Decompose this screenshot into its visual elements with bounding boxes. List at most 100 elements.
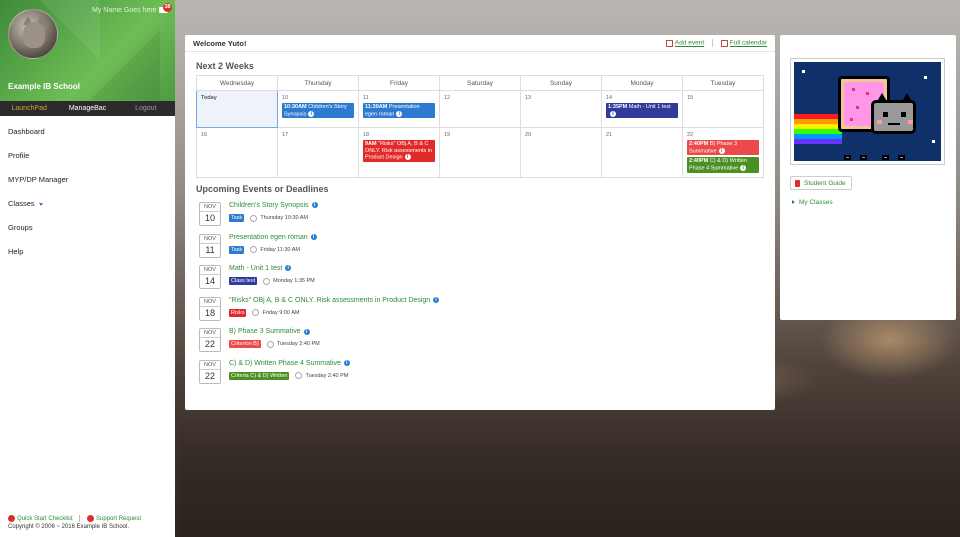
calendar-day-header: Friday [358, 75, 440, 91]
calendar-event[interactable]: 11:30AM Presentation egen roman i [363, 103, 435, 119]
info-icon[interactable]: i [308, 110, 315, 117]
calendar-event[interactable]: 1:35PM Math - Unit 1 test i [606, 103, 678, 119]
calendar-day-cell[interactable]: 21 [601, 127, 683, 178]
student-guide-button[interactable]: Student Guide [790, 176, 852, 190]
date-day: 22 [204, 370, 215, 381]
add-event-link[interactable]: Add event [675, 40, 704, 47]
date-month: NOV [200, 203, 220, 212]
background-shadow [180, 410, 960, 537]
calendar-day-cell[interactable]: Today [196, 90, 278, 128]
dashboard-panel: Welcome Yuto! Add event Full calendar Ne… [185, 35, 775, 410]
upcoming-item: NOV 18 "Risks" OBj A, B & C ONLY. Risk a… [199, 296, 759, 329]
nav-item-groups[interactable]: Groups [0, 220, 175, 244]
calendar-event[interactable]: 2:40PM C) & D) Written Phase 4 Summative… [687, 157, 759, 173]
nav-item-label: Classes [8, 199, 35, 208]
event-type-tag: Task [229, 245, 245, 254]
calendar-day-cell[interactable]: 19 [439, 127, 521, 178]
event-link[interactable]: Children's Story Synopsis i [229, 202, 318, 209]
info-icon[interactable]: i [285, 265, 292, 272]
event-link[interactable]: "Risks" OBj A, B & C ONLY. Risk assessme… [229, 296, 440, 304]
clock-icon [266, 340, 274, 348]
event-meta: Criterion B) Tuesday 2:40 PM [229, 340, 320, 349]
calendar-day-cell[interactable]: 13 [520, 90, 602, 128]
calendar-day-header: Thursday [277, 75, 359, 91]
clock-icon [250, 246, 258, 254]
calendar-day-cell[interactable]: 17 [277, 127, 359, 178]
sidebar: My Name Goes here 38 Example IB School L… [0, 0, 175, 537]
event-link[interactable]: C) & D) Written Phase 4 Summative i [229, 360, 350, 367]
date-day: 22 [204, 339, 215, 350]
calendar-day-cell[interactable]: 16 [196, 127, 278, 178]
calendar-event[interactable]: 2:40PM B) Phase 3 Summative i [687, 140, 759, 156]
event-link[interactable]: Math - Unit 1 test i [229, 265, 292, 272]
full-calendar-link[interactable]: Full calendar [730, 40, 767, 47]
calendar-day-cell[interactable]: 22 2:40PM B) Phase 3 Summative i 2:40PM C) … [682, 127, 764, 178]
main-nav: Dashboard Profile MYP/DP Manager Classes… [0, 124, 175, 268]
nav-item-label: Profile [8, 151, 30, 160]
info-icon[interactable]: i [311, 202, 318, 209]
info-icon[interactable]: i [718, 147, 725, 154]
nav-item-label: Groups [8, 223, 33, 232]
my-classes-toggle[interactable]: My Classes [792, 199, 833, 206]
date-month: NOV [200, 298, 220, 307]
event-link[interactable]: B) Phase 3 Summative i [229, 328, 310, 335]
logout-link[interactable]: Logout [117, 105, 175, 112]
event-time: 10:30AM [284, 104, 307, 110]
info-icon[interactable]: i [610, 110, 616, 117]
info-icon[interactable]: i [343, 360, 350, 367]
avatar[interactable] [8, 9, 58, 59]
student-guide-label: Student Guide [804, 179, 846, 187]
event-type-tag: Risks [229, 308, 247, 317]
info-icon[interactable]: i [310, 233, 317, 240]
event-time: 2:40PM [689, 158, 709, 165]
nav-item-help[interactable]: Help [0, 244, 175, 268]
event-link[interactable]: Presentation egen roman i [229, 234, 317, 241]
event-title: B) Phase 3 Summative [229, 328, 301, 336]
calendar-date: 18 [363, 132, 370, 138]
nav-item-label: MYP/DP Manager [8, 175, 69, 184]
event-title: Math - Unit 1 test [628, 104, 671, 110]
quick-start-checklist-link[interactable]: Quick Start Checklist [17, 516, 73, 522]
tab-managebac[interactable]: ManageBac [58, 105, 116, 112]
info-icon[interactable]: i [404, 154, 411, 160]
event-meta: Risks Friday 9:00 AM [229, 308, 299, 317]
upcoming-item: NOV 10 Children's Story Synopsis i Task … [199, 202, 759, 234]
calendar-day-cell[interactable]: 15 [682, 90, 764, 128]
nav-item-classes[interactable]: Classes [0, 196, 175, 220]
date-day: 14 [204, 276, 215, 287]
nav-item-myp-dp-manager[interactable]: MYP/DP Manager [0, 172, 175, 196]
info-icon[interactable]: i [396, 110, 403, 117]
calendar-day-cell[interactable]: 18 9AM "Risks" OBj A, B & C ONLY. Risk as… [358, 127, 440, 178]
calendar-event[interactable]: 10:30AM Children's Story Synopsis i [282, 103, 354, 119]
user-name[interactable]: My Name Goes here [92, 7, 157, 14]
event-time: 2:40PM [689, 141, 709, 147]
unread-badge[interactable]: 38 [163, 3, 172, 12]
school-name: Example IB School [8, 82, 81, 91]
calendar-day-cell[interactable]: 14 1:35PM Math - Unit 1 test i [601, 90, 683, 128]
event-type-tag: Criterion B) [229, 340, 261, 349]
tab-launchpad[interactable]: LaunchPad [0, 105, 58, 112]
calendar-day-header: Saturday [439, 75, 521, 91]
nav-item-label: Dashboard [8, 127, 45, 136]
calendar-event[interactable]: 9AM "Risks" OBj A, B & C ONLY. Risk asse… [363, 140, 435, 162]
clock-icon [252, 309, 260, 317]
nav-item-profile[interactable]: Profile [0, 148, 175, 172]
calendar-icon [720, 39, 728, 47]
calendar-day-cell[interactable]: 10 10:30AM Children's Story Synopsis i [277, 90, 359, 128]
support-icon [87, 515, 95, 522]
event-time: 1:35PM [608, 104, 628, 110]
support-request-link[interactable]: Support Request [96, 516, 141, 522]
info-icon[interactable]: i [740, 164, 747, 171]
event-when: Tuesday 2:40 PM [276, 341, 320, 348]
sidebar-footer: Quick Start Checklist Support Request Co… [8, 515, 141, 530]
info-icon[interactable]: i [433, 296, 440, 303]
upcoming-item: NOV 22 B) Phase 3 Summative i Criterion … [199, 328, 759, 360]
date-month: NOV [200, 361, 220, 370]
event-meta: Class test Monday 1:35 PM [229, 277, 315, 286]
calendar-day-cell[interactable]: 11 11:30AM Presentation egen roman i [358, 90, 440, 128]
event-title: Presentation egen roman [229, 233, 308, 241]
info-icon[interactable]: i [303, 328, 310, 335]
calendar-day-cell[interactable]: 20 [520, 127, 602, 178]
nav-item-dashboard[interactable]: Dashboard [0, 124, 175, 148]
calendar-day-cell[interactable]: 12 [439, 90, 521, 128]
